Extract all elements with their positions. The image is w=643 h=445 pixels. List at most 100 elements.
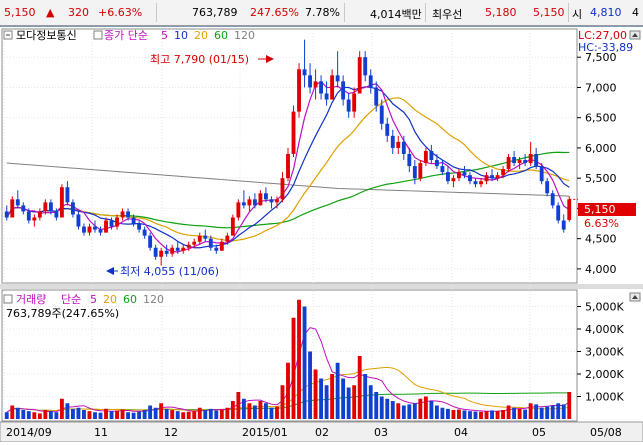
- candle-body: [71, 202, 75, 215]
- volume-bar: [506, 405, 511, 419]
- candle-body: [412, 166, 417, 179]
- legend-toggle-icon[interactable]: [93, 30, 103, 40]
- volume-bar: [203, 410, 208, 419]
- candle-body: [302, 69, 307, 76]
- candle-body: [225, 235, 230, 242]
- candle-body: [175, 247, 180, 251]
- ask-price: 5,180: [485, 6, 517, 19]
- quote-bar: 5,150 ▲ 320 +6.63% 763,789 247.65% 7.78%…: [0, 0, 643, 26]
- candle-body: [264, 193, 268, 200]
- volume-bar: [335, 362, 340, 419]
- volume-bar: [175, 411, 180, 419]
- volume-bar: [379, 396, 384, 419]
- ma-label: 종가 단순: [104, 29, 148, 42]
- low-label: 최저 4,055 (11/06): [120, 265, 219, 278]
- candle-body: [324, 93, 329, 100]
- candle-body: [197, 235, 202, 242]
- volume-bar: [87, 411, 92, 419]
- candle-body: [379, 105, 384, 124]
- volume-bar: [286, 362, 290, 419]
- volume-bar: [137, 411, 142, 419]
- candle-body: [115, 217, 119, 227]
- candle-body: [21, 205, 26, 212]
- candle-body: [512, 157, 517, 164]
- candle-body: [341, 81, 346, 100]
- ma20-label: 20: [194, 29, 208, 42]
- volume-bar: [385, 398, 390, 419]
- volume-readout: 763,789주(247.65%): [6, 307, 119, 320]
- candle-body: [308, 75, 312, 88]
- candle-body: [286, 153, 290, 179]
- volume-bar: [357, 356, 362, 419]
- candle-body: [330, 75, 335, 100]
- candle-body: [148, 235, 153, 248]
- date-tick-label: 04: [454, 426, 468, 439]
- candle-body: [484, 175, 489, 182]
- volume-bar: [440, 407, 445, 419]
- candle-body: [37, 211, 42, 218]
- candle-body: [159, 250, 164, 257]
- candle-body: [98, 229, 103, 233]
- volume-bar: [280, 385, 285, 419]
- volume-bar: [269, 407, 274, 419]
- volume-bar: [275, 406, 279, 419]
- volume-bar: [556, 403, 561, 419]
- volume-bar: [71, 408, 75, 419]
- volume-bar: [462, 410, 467, 419]
- volume-bar: [374, 392, 379, 419]
- volume-bar: [291, 317, 296, 419]
- candle-body: [247, 199, 252, 206]
- candle-body: [43, 202, 48, 212]
- volume-bar: [59, 398, 64, 419]
- volume-bar: [109, 411, 114, 419]
- ma120-label: 120: [234, 29, 255, 42]
- candle-body: [457, 172, 461, 179]
- volume-bar: [98, 412, 103, 419]
- candle-body: [203, 235, 208, 239]
- panel-splitter[interactable]: [0, 284, 643, 289]
- stock-chart[interactable]: 7,5007,0006,5006,0005,5005,0004,5004,000…: [0, 27, 643, 443]
- volume-bar: [319, 378, 324, 419]
- price-tick-label: 5,500: [585, 172, 617, 185]
- volume-bar: [401, 405, 406, 419]
- candle-body: [319, 81, 324, 94]
- candle-body: [48, 202, 53, 212]
- candle-body: [236, 202, 241, 218]
- chart-frame[interactable]: 7,5007,0006,5006,0005,5005,0004,5004,000…: [0, 26, 643, 443]
- date-tick-label: 05: [532, 426, 546, 439]
- candle-body: [335, 75, 340, 82]
- volume-bar: [390, 401, 395, 419]
- volume-toggle-icon[interactable]: [3, 294, 13, 304]
- candle-body: [451, 178, 456, 182]
- volume-bar: [523, 409, 528, 419]
- volume-bar: [341, 378, 346, 419]
- price-tick-label: 4,500: [585, 233, 617, 246]
- volume-bar: [346, 387, 351, 419]
- up-arrow-icon: ▲: [46, 6, 55, 19]
- volume-bar: [352, 385, 357, 419]
- volume-bar: [545, 406, 550, 419]
- candle-body: [479, 181, 483, 185]
- candle-body: [407, 153, 412, 167]
- volume-bar: [324, 385, 329, 419]
- ma10-label: 10: [174, 29, 188, 42]
- ma5-label: 5: [161, 29, 168, 42]
- separator: [425, 3, 426, 22]
- candle-body: [495, 175, 500, 179]
- candle-body: [10, 199, 15, 218]
- volume-bar: [241, 398, 246, 419]
- price-tag-pct: 6.63%: [584, 217, 619, 230]
- candle-body: [269, 199, 274, 203]
- volume-tick-label: 3,000K: [585, 346, 624, 359]
- volume-bar: [561, 404, 566, 419]
- volume-bar: [21, 410, 26, 419]
- volume-ma-label: 단순: [61, 293, 81, 306]
- candle-body: [120, 211, 125, 218]
- volume-bar: [539, 407, 544, 419]
- volume-bar: [407, 404, 412, 419]
- volume-bar: [484, 411, 489, 419]
- volume-bar: [65, 403, 70, 419]
- volume-bar: [26, 411, 31, 419]
- price-tick-label: 4,000: [585, 263, 617, 276]
- candle-body: [440, 166, 445, 173]
